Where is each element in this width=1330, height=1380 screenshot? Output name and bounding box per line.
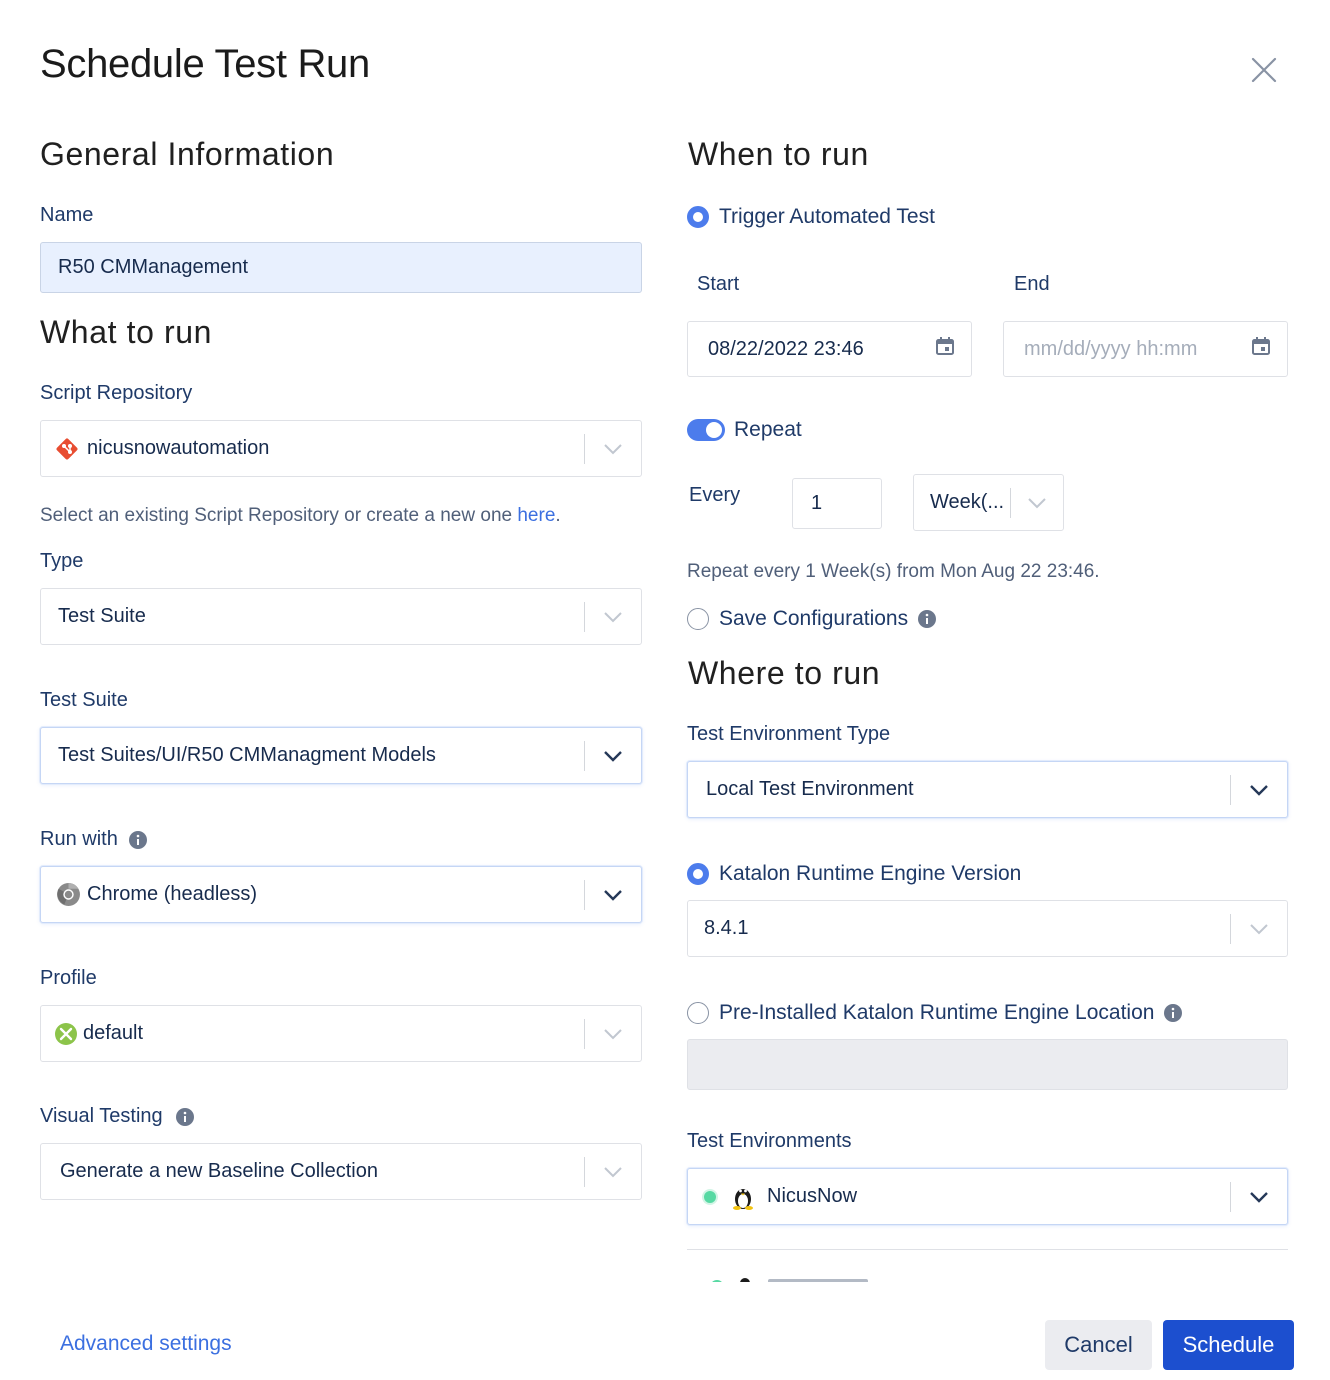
visual-label-text: Visual Testing [40,1105,163,1127]
env-type-select[interactable]: Local Test Environment [687,761,1288,818]
chevron-down-icon[interactable] [1231,1191,1287,1203]
type-select[interactable]: Test Suite [40,588,642,645]
kre-version-radio-row[interactable]: Katalon Runtime Engine Version [687,862,1021,886]
chrome-icon [56,882,81,907]
save-config-label: Save Configurations [719,607,909,630]
start-label: Start [697,273,740,295]
profile-select[interactable]: default [40,1005,642,1062]
repeat-toggle[interactable] [687,419,725,441]
repo-help: Select an existing Script Repository or … [40,505,561,527]
type-label: Type [40,550,84,572]
clipped-environment-row [700,1272,900,1282]
envs-label: Test Environments [687,1130,852,1152]
chevron-down-icon[interactable] [585,1028,641,1040]
visual-select-value: Generate a new Baseline Collection [60,1160,378,1182]
kre-location-input [687,1039,1288,1090]
online-status-icon [701,1188,719,1206]
start-date-value: 08/22/2022 23:46 [708,337,864,360]
repo-help-suffix: . [555,505,561,526]
suite-select-value: Test Suites/UI/R50 CMManagment Models [58,744,436,766]
chevron-down-icon[interactable] [585,443,641,455]
repo-select-value: nicusnowautomation [87,437,270,459]
info-icon[interactable] [1164,1004,1183,1022]
repeat-toggle-row[interactable]: Repeat [687,418,802,442]
runwith-label-text: Run with [40,828,118,850]
repeat-label: Repeat [734,418,802,441]
close-icon[interactable] [1250,56,1278,84]
save-config-radio[interactable] [687,608,709,630]
visual-label: Visual Testing [40,1105,195,1128]
runwith-select-value: Chrome (headless) [87,883,258,905]
list-item-text [768,1279,868,1282]
envs-select[interactable]: NicusNow [687,1168,1288,1225]
save-config-row[interactable]: Save Configurations [687,607,937,631]
online-status-icon [710,1280,724,1282]
chevron-down-icon[interactable] [1231,923,1287,935]
trigger-radio-row[interactable]: Trigger Automated Test [687,205,935,229]
envs-select-value: NicusNow [767,1185,858,1207]
repo-select[interactable]: nicusnowautomation [40,420,642,477]
toggle-knob [706,422,722,438]
repeat-summary: Repeat every 1 Week(s) from Mon Aug 22 2… [687,561,1100,582]
profile-select-value: default [83,1022,144,1044]
end-date-placeholder: mm/dd/yyyy hh:mm [1024,337,1198,360]
repo-label: Script Repository [40,382,193,404]
start-date-input[interactable]: 08/22/2022 23:46 [687,321,972,377]
name-label: Name [40,204,94,226]
info-icon[interactable] [176,1107,195,1126]
advanced-settings-link[interactable]: Advanced settings [60,1332,232,1356]
runwith-select[interactable]: Chrome (headless) [40,866,642,923]
name-input[interactable]: R50 CMManagement [40,242,642,293]
kre-version-radio[interactable] [687,863,709,885]
git-icon [54,436,80,462]
kre-location-radio[interactable] [687,1002,709,1024]
suite-select[interactable]: Test Suites/UI/R50 CMManagment Models [40,727,642,784]
kre-location-label: Pre-Installed Katalon Runtime Engine Loc… [719,1001,1155,1024]
env-type-select-value: Local Test Environment [706,778,914,800]
info-icon[interactable] [129,830,148,849]
every-label: Every [689,484,741,506]
calendar-icon[interactable] [1251,336,1271,362]
kre-version-select-value: 8.4.1 [704,917,749,939]
name-input-value: R50 CMManagement [58,256,249,278]
type-select-value: Test Suite [58,605,146,627]
every-input[interactable]: 1 [792,478,882,529]
chevron-down-icon[interactable] [585,611,641,623]
kre-location-radio-row[interactable]: Pre-Installed Katalon Runtime Engine Loc… [687,1001,1183,1025]
end-date-input[interactable]: mm/dd/yyyy hh:mm [1003,321,1288,377]
kre-version-select[interactable]: 8.4.1 [687,900,1288,957]
repo-help-text: Select an existing Script Repository or … [40,505,513,526]
end-label: End [1014,273,1050,295]
env-type-label: Test Environment Type [687,723,891,745]
suite-label: Test Suite [40,689,128,711]
create-repo-link[interactable]: here [517,505,555,526]
linux-icon [740,1278,750,1282]
unit-select[interactable]: Week(... [913,474,1064,531]
dialog-title: Schedule Test Run [40,42,370,86]
chevron-down-icon[interactable] [1231,784,1287,796]
every-input-value: 1 [811,492,823,514]
divider [687,1249,1288,1250]
trigger-radio[interactable] [687,206,709,228]
chevron-down-icon[interactable] [585,750,641,762]
profile-icon [54,1022,78,1046]
info-icon[interactable] [918,610,937,628]
visual-select[interactable]: Generate a new Baseline Collection [40,1143,642,1200]
what-heading: What to run [40,314,213,350]
profile-label: Profile [40,967,97,989]
schedule-button[interactable]: Schedule [1163,1320,1294,1370]
where-heading: Where to run [688,655,881,691]
runwith-label: Run with [40,828,148,851]
trigger-label: Trigger Automated Test [719,205,935,228]
cancel-button[interactable]: Cancel [1045,1320,1152,1370]
calendar-icon[interactable] [935,336,955,362]
when-heading: When to run [688,136,869,172]
linux-icon [731,1184,755,1210]
chevron-down-icon[interactable] [1011,497,1063,509]
general-heading: General Information [40,136,335,172]
chevron-down-icon[interactable] [585,1166,641,1178]
kre-version-label: Katalon Runtime Engine Version [719,862,1022,885]
unit-select-value: Week(... [930,491,1005,513]
chevron-down-icon[interactable] [585,889,641,901]
